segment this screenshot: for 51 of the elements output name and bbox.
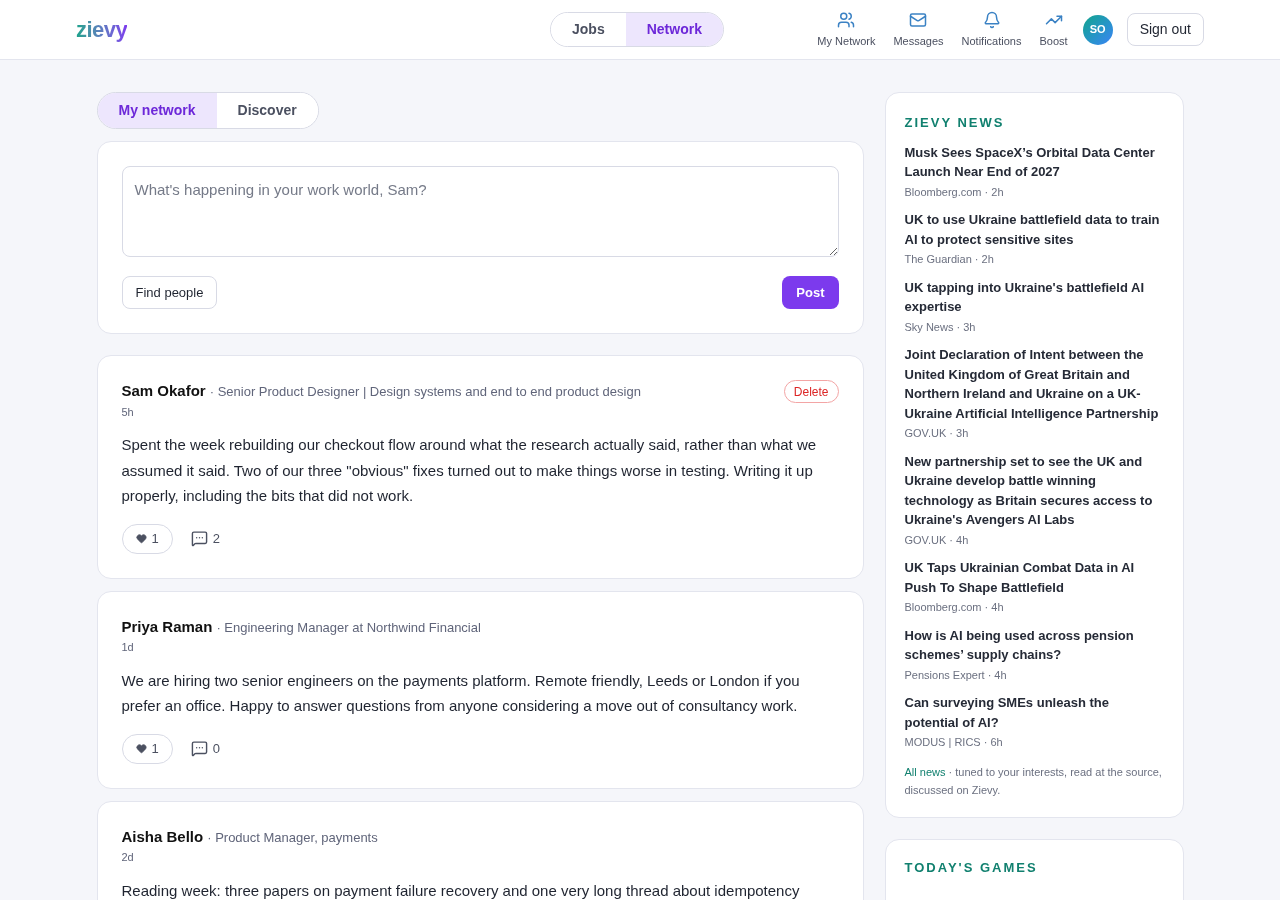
news-footer: All news · tuned to your interests, read at the source, discussed on Zievy.: [904, 762, 1164, 799]
news-source: GOV.UK · 4h: [904, 532, 970, 548]
news-source: Pensions Expert · 4h: [904, 667, 1008, 683]
people-icon: [837, 11, 856, 30]
news-headline[interactable]: How is AI being used across pension schemes’ supply chains?: [904, 625, 1164, 665]
author-headline: · Senior Product Designer | Design systems and end to end product design: [209, 383, 641, 401]
comment-button[interactable]: 2: [190, 528, 220, 549]
news-headline[interactable]: New partnership set to see the UK and Ukraine develop battle winning technology as Britain secures access to Ukraine's Avengers AI Labs: [904, 451, 1164, 530]
section-tab[interactable]: Network: [625, 13, 723, 46]
news-source: MODUS | RICS · 6h: [904, 735, 1004, 750]
post-button[interactable]: Post: [782, 276, 839, 309]
post-time: 5h: [121, 404, 135, 420]
sign-out-button[interactable]: Sign out: [1126, 13, 1204, 46]
post-text: Spent the week rebuilding our checkout flow around what the research actually said, rather than what we assumed it said. Two of our three "obvious" fixes turned out to make things worse in testing. Writing it up properly, including the bits that did not work.: [121, 435, 818, 506]
news-source: Sky News · 3h: [904, 319, 977, 335]
news-title: ZIEVY NEWS: [904, 114, 1006, 132]
post-text: Reading week: three papers on payment failure recovery and one very long thread about idempotency: [121, 880, 801, 900]
news-headline[interactable]: UK to use Ukraine battlefield data to train AI to protect sensitive sites: [904, 210, 1164, 249]
post-input[interactable]: What's happening in your work world, Sam?: [121, 166, 839, 257]
author-name[interactable]: Sam Okafor: [121, 380, 206, 403]
news-headline[interactable]: UK Taps Ukrainian Combat Data in AI Push To Shape Battlefield: [904, 558, 1164, 597]
news-headline[interactable]: Can surveying SMEs unleash the potential of AI?: [904, 693, 1164, 732]
news-headline[interactable]: UK tapping into Ukraine's battlefield AI expertise: [904, 277, 1164, 317]
news-source: Bloomberg.com · 2h: [904, 184, 1005, 200]
post-text: We are hiring two senior engineers on the payments platform. Remote friendly, Leeds or London if you prefer an office. Happy to answer questions from anyone considering a move out of consultancy work.: [121, 670, 801, 716]
author-headline: · Engineering Manager at Northwind Financial: [216, 618, 481, 637]
author-name[interactable]: Priya Raman: [121, 615, 213, 638]
feed-tab[interactable]: My network: [97, 93, 217, 128]
bell-icon: [982, 11, 1001, 30]
games-title: TODAY'S GAMES: [904, 858, 1039, 877]
nav-item[interactable]: Boost: [1032, 9, 1075, 50]
comment-icon: [190, 530, 208, 547]
post-time: 2d: [121, 850, 135, 865]
news-source: GOV.UK · 3h: [904, 426, 970, 441]
nav-item[interactable]: Messages: [886, 9, 951, 50]
comment-button[interactable]: 0: [190, 738, 220, 759]
heart-icon: [135, 743, 147, 754]
heart-icon: [135, 533, 147, 544]
news-source: The Guardian · 2h: [904, 252, 995, 267]
all-news-link[interactable]: All news: [904, 765, 946, 778]
news-headline[interactable]: Musk Sees SpaceX’s Orbital Data Center Launch Near End of 2027: [904, 142, 1164, 182]
author-headline: · Product Manager, payments: [207, 828, 378, 847]
news-source: Bloomberg.com · 4h: [904, 600, 1005, 615]
news-headline[interactable]: Joint Declaration of Intent between the United Kingdom of Great Britain and Northern Ireland and Ukraine on a UK-Ukraine Artificial Intelligence Partnership: [904, 345, 1164, 423]
comment-icon: [190, 740, 208, 757]
mail-icon: [909, 11, 928, 30]
nav-item[interactable]: Notifications: [954, 9, 1029, 50]
post-time: 1d: [121, 640, 135, 655]
author-name[interactable]: Aisha Bello: [121, 825, 204, 848]
find-people-button[interactable]: Find people: [121, 276, 218, 309]
nav-item[interactable]: My Network: [810, 9, 883, 50]
